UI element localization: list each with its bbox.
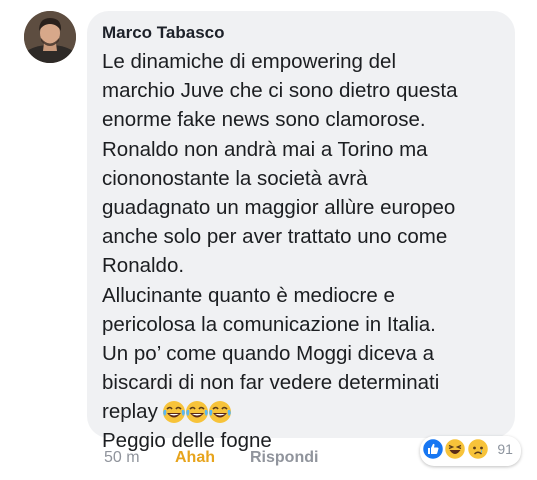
comment-line: Allucinante quanto è mediocre e bbox=[102, 283, 395, 307]
comment-line: Ronaldo. bbox=[102, 254, 185, 278]
comment-line: anche solo per aver trattato uno come bbox=[102, 225, 448, 249]
emoji-group bbox=[162, 396, 231, 425]
crying-laughing-emoji-icon bbox=[185, 400, 208, 423]
reaction-count: 91 bbox=[497, 441, 513, 457]
comment-text: Le dinamiche di empowering del marchio J… bbox=[102, 47, 512, 456]
comment-author[interactable]: Marco Tabasco bbox=[102, 23, 225, 43]
sad-icon bbox=[466, 438, 489, 460]
reply-button[interactable]: Rispondi bbox=[250, 449, 318, 467]
crying-laughing-emoji-icon bbox=[162, 400, 185, 423]
comment-timestamp[interactable]: 50 m bbox=[104, 449, 140, 467]
like-icon bbox=[422, 438, 444, 460]
comment-line: guadagnato un maggior allùre europeo bbox=[102, 195, 456, 219]
haha-reaction-button[interactable]: Ahah bbox=[175, 449, 215, 467]
comment-line: biscardi di non far vedere determinati bbox=[102, 371, 440, 395]
crying-laughing-emoji-icon bbox=[208, 400, 231, 423]
avatar[interactable] bbox=[24, 11, 76, 63]
comment-line: enorme fake news sono clamorose. bbox=[102, 108, 426, 132]
comment-line: Un po’ come quando Moggi diceva a bbox=[102, 341, 435, 365]
comment-line: Le dinamiche di empowering del bbox=[102, 50, 397, 73]
comment-line: marchio Juve che ci sono dietro questa bbox=[102, 79, 458, 103]
comment-line: Ronaldo non andrà mai a Torino ma bbox=[102, 137, 428, 161]
comment-line: pericolosa la comunicazione in Italia. bbox=[102, 312, 436, 336]
comment-line-with-emoji: replay bbox=[102, 397, 512, 426]
reactions-summary[interactable]: 91 bbox=[420, 436, 521, 466]
comment-line: ciononostante la società avrà bbox=[102, 166, 368, 190]
haha-icon bbox=[444, 438, 467, 460]
comment-line: replay bbox=[102, 400, 158, 424]
